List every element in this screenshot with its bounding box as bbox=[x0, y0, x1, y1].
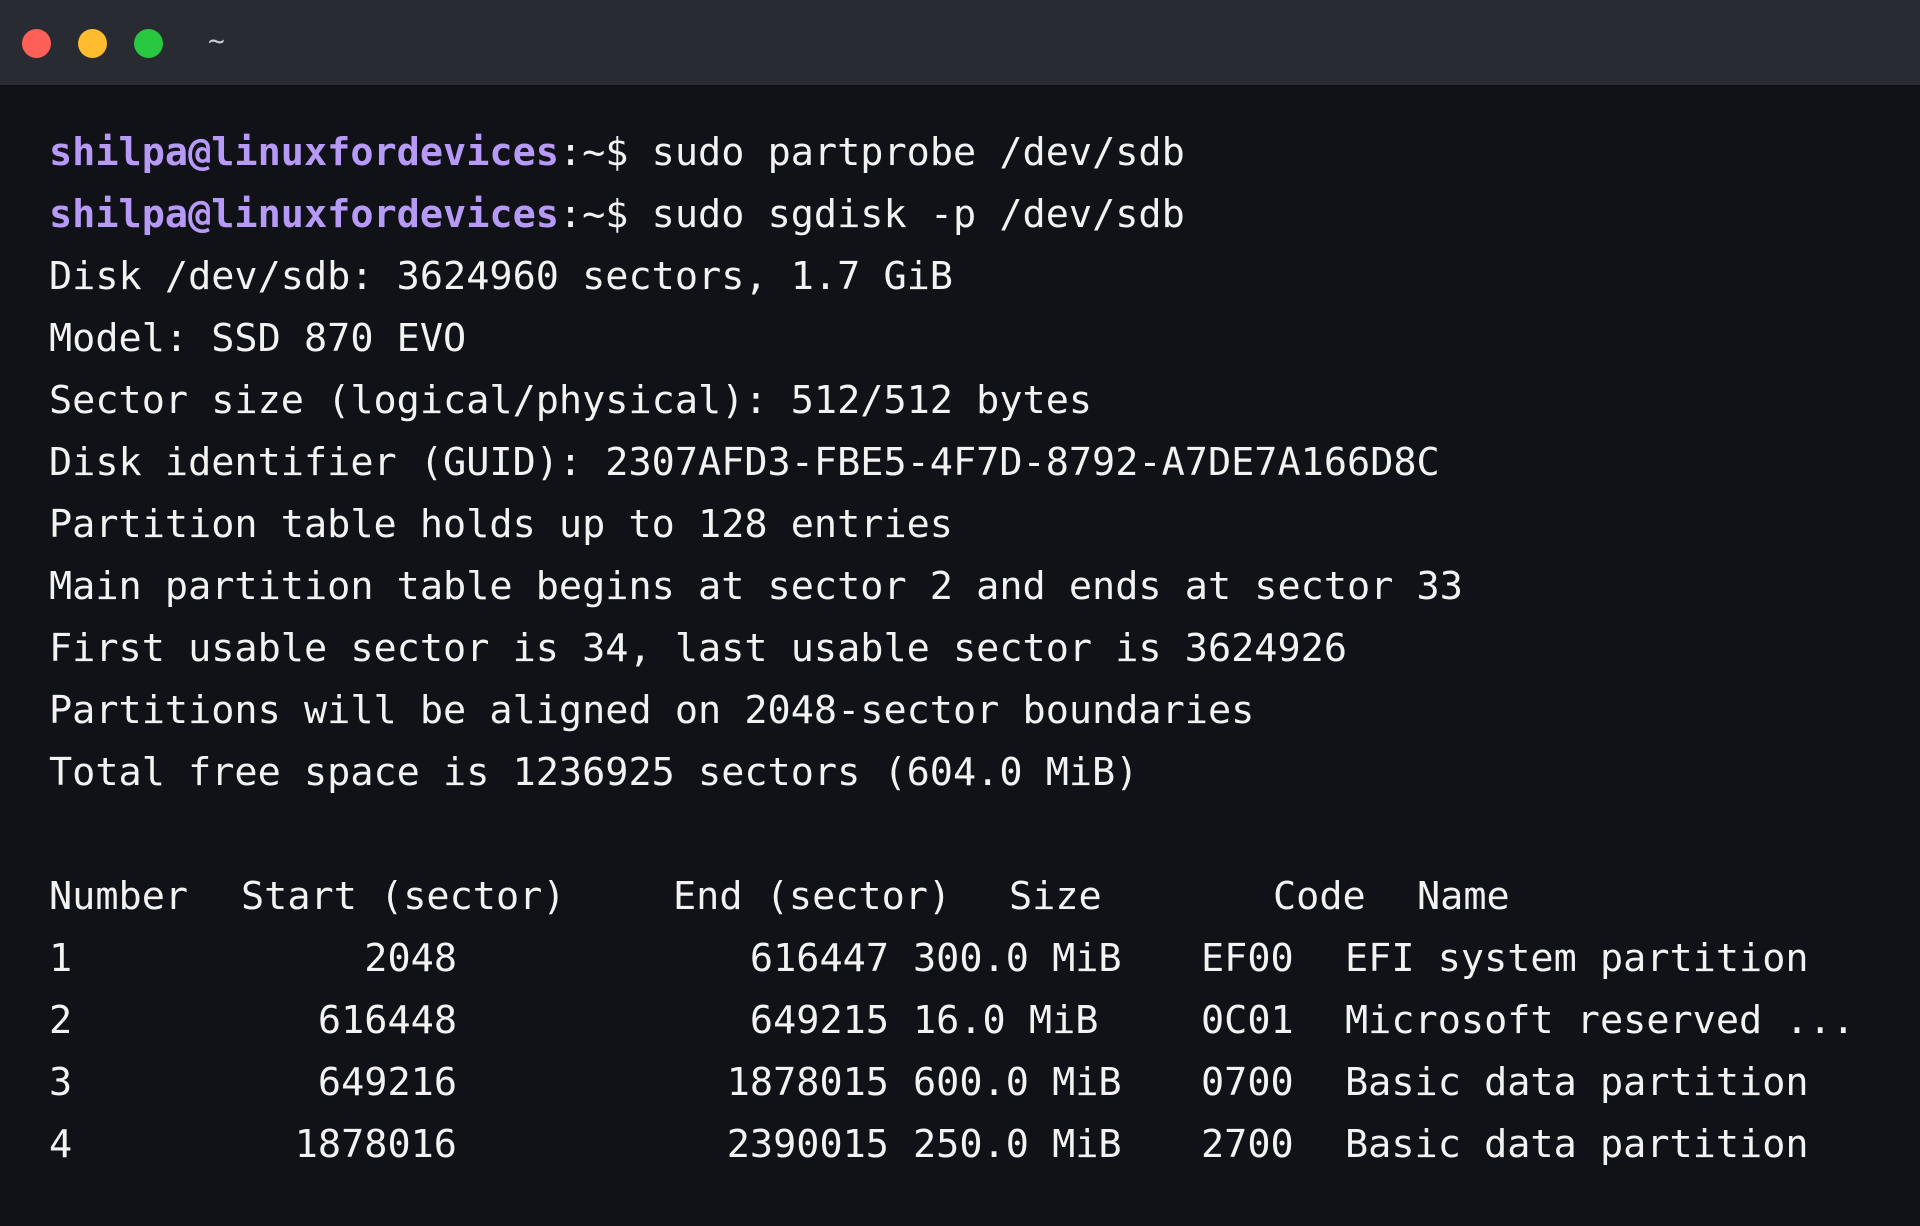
terminal-output[interactable]: shilpa@linuxfordevices:~$ sudo partprobe… bbox=[49, 122, 1899, 1176]
partition-number: 1 bbox=[49, 936, 73, 981]
partition-start: 1878016 bbox=[294, 1122, 457, 1167]
header-end: End (sector) bbox=[673, 874, 952, 919]
partition-name: Basic data partition bbox=[1345, 1060, 1809, 1105]
partition-number: 2 bbox=[49, 998, 73, 1043]
close-window-button[interactable] bbox=[22, 29, 51, 58]
header-name: Name bbox=[1417, 874, 1510, 919]
partition-number: 3 bbox=[49, 1060, 73, 1105]
partition-code: EF00 bbox=[1201, 936, 1294, 981]
partition-row: 4 1878016 2390015 250.0 MiB 2700 Basic d… bbox=[49, 1114, 1899, 1176]
partition-end: 2390015 bbox=[726, 1122, 889, 1167]
partition-end: 616447 bbox=[749, 936, 889, 981]
output-line: Sector size (logical/physical): 512/512 … bbox=[49, 378, 1093, 423]
prompt-user-host: shilpa@linuxfordevices bbox=[49, 130, 559, 175]
partition-size: 250.0 MiB bbox=[913, 1122, 1122, 1167]
partition-start: 2048 bbox=[364, 936, 457, 981]
window-title: ~ bbox=[208, 24, 225, 57]
partition-end: 1878015 bbox=[726, 1060, 889, 1105]
partition-table-header: Number Start (sector) End (sector) Size … bbox=[49, 866, 1899, 928]
output-line: Partitions will be aligned on 2048-secto… bbox=[49, 688, 1255, 733]
partition-name: Basic data partition bbox=[1345, 1122, 1809, 1167]
output-line: Partition table holds up to 128 entries bbox=[49, 502, 953, 547]
output-line: Main partition table begins at sector 2 … bbox=[49, 564, 1463, 609]
partition-name: Microsoft reserved ... bbox=[1345, 998, 1855, 1043]
partition-end: 649215 bbox=[749, 998, 889, 1043]
partition-start: 616448 bbox=[317, 998, 457, 1043]
minimize-window-button[interactable] bbox=[78, 29, 107, 58]
header-number: Number bbox=[49, 874, 189, 919]
command-text: sudo sgdisk -p /dev/sdb bbox=[651, 192, 1185, 237]
partition-row: 2 616448 649215 16.0 MiB 0C01 Microsoft … bbox=[49, 990, 1899, 1052]
prompt-symbol: :~$ bbox=[558, 130, 629, 175]
output-line: Disk /dev/sdb: 3624960 sectors, 1.7 GiB bbox=[49, 254, 953, 299]
header-size: Size bbox=[1009, 874, 1102, 919]
partition-code: 0700 bbox=[1201, 1060, 1294, 1105]
output-line: Disk identifier (GUID): 2307AFD3-FBE5-4F… bbox=[49, 440, 1440, 485]
output-line: Total free space is 1236925 sectors (604… bbox=[49, 750, 1139, 795]
maximize-window-button[interactable] bbox=[134, 29, 163, 58]
command-text: sudo partprobe /dev/sdb bbox=[651, 130, 1185, 175]
partition-size: 300.0 MiB bbox=[913, 936, 1122, 981]
partition-number: 4 bbox=[49, 1122, 73, 1167]
prompt-line: shilpa@linuxfordevices:~$ sudo sgdisk -p… bbox=[49, 184, 1899, 246]
partition-row: 1 2048 616447 300.0 MiB EF00 EFI system … bbox=[49, 928, 1899, 990]
header-code: Code bbox=[1273, 874, 1366, 919]
header-start: Start (sector) bbox=[241, 874, 566, 919]
partition-name: EFI system partition bbox=[1345, 936, 1809, 981]
output-line: First usable sector is 34, last usable s… bbox=[49, 626, 1348, 671]
terminal-window: ~ shilpa@linuxfordevices:~$ sudo partpro… bbox=[0, 0, 1920, 1226]
title-bar: ~ bbox=[0, 0, 1920, 85]
prompt-user-host: shilpa@linuxfordevices bbox=[49, 192, 559, 237]
prompt-symbol: :~$ bbox=[558, 192, 629, 237]
partition-size: 600.0 MiB bbox=[913, 1060, 1122, 1105]
partition-row: 3 649216 1878015 600.0 MiB 0700 Basic da… bbox=[49, 1052, 1899, 1114]
partition-size: 16.0 MiB bbox=[913, 998, 1099, 1043]
partition-code: 0C01 bbox=[1201, 998, 1294, 1043]
prompt-line: shilpa@linuxfordevices:~$ sudo partprobe… bbox=[49, 122, 1899, 184]
output-line: Model: SSD 870 EVO bbox=[49, 316, 467, 361]
partition-code: 2700 bbox=[1201, 1122, 1294, 1167]
partition-start: 649216 bbox=[317, 1060, 457, 1105]
